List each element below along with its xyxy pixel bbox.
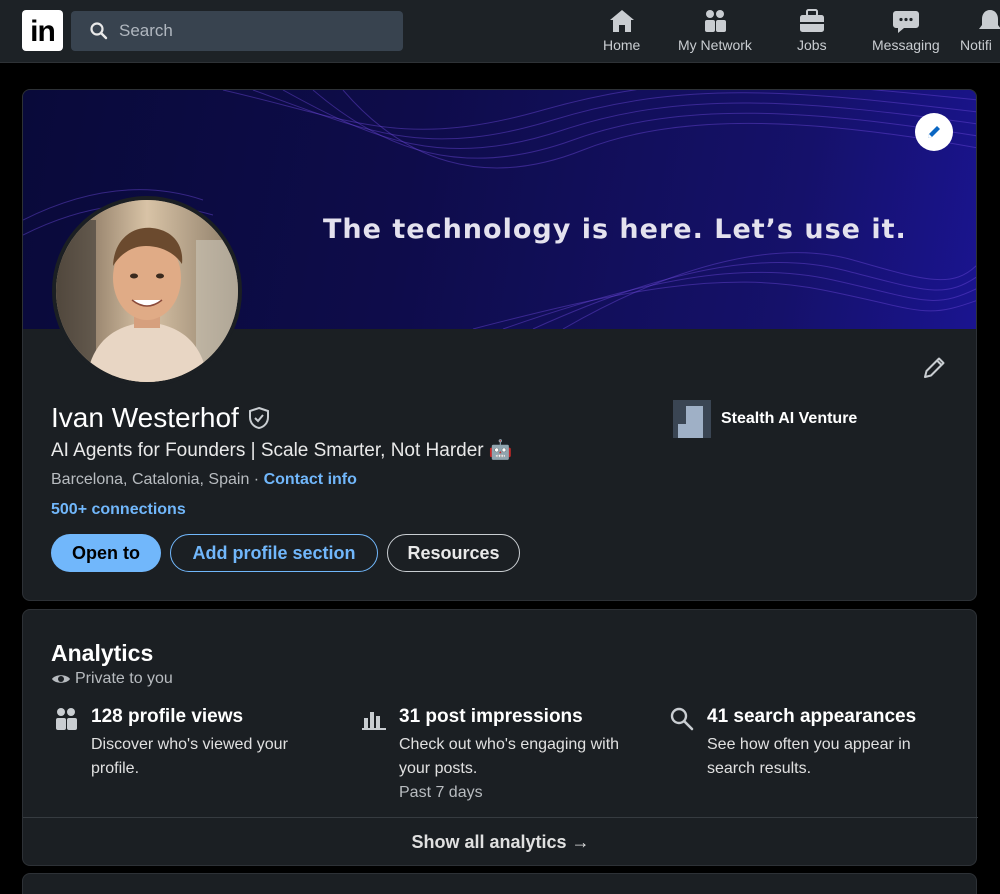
pencil-icon bbox=[928, 126, 940, 138]
search-icon bbox=[90, 22, 108, 40]
profile-photo[interactable] bbox=[52, 196, 242, 386]
people-icon bbox=[56, 708, 77, 730]
nav-messaging-label: Messaging bbox=[872, 37, 940, 53]
linkedin-logo[interactable]: in bbox=[22, 10, 63, 51]
analytics-title: Analytics bbox=[51, 640, 154, 666]
company-logo-graphic bbox=[673, 400, 711, 438]
profile-headline: AI Agents for Founders | Scale Smarter, … bbox=[51, 440, 513, 461]
resources-button[interactable]: Resources bbox=[387, 534, 520, 572]
search-input[interactable] bbox=[119, 21, 379, 41]
banner-tagline: The technology is here. Let’s use it. bbox=[323, 214, 907, 245]
company-logo bbox=[673, 400, 711, 438]
open-to-button[interactable]: Open to bbox=[51, 534, 161, 572]
post-impressions-desc-block: Check out who's engaging with your posts… bbox=[399, 733, 644, 805]
bell-icon bbox=[979, 10, 1000, 29]
verified-shield-icon[interactable] bbox=[247, 406, 271, 430]
company-name: Stealth AI Venture bbox=[721, 410, 858, 427]
post-impressions-desc: Check out who's engaging with your posts… bbox=[399, 736, 620, 777]
name-row: Ivan Westerhof bbox=[51, 402, 271, 434]
privacy-label: Private to you bbox=[75, 670, 173, 687]
next-section-card bbox=[22, 873, 977, 894]
nav-my-network-label: My Network bbox=[678, 37, 752, 53]
eye-icon bbox=[52, 675, 70, 683]
profile-views-title: 128 profile views bbox=[91, 706, 244, 727]
briefcase-icon bbox=[799, 9, 824, 32]
top-navigation-bar: in Home My Network Jobs Messaging Notifi bbox=[0, 0, 1000, 63]
home-icon bbox=[609, 10, 634, 32]
profile-views-desc: Discover who's viewed your profile. bbox=[91, 736, 288, 777]
connections-link[interactable]: 500+ connections bbox=[51, 501, 186, 519]
edit-banner-button[interactable] bbox=[915, 113, 953, 151]
search-appearances-desc: See how often you appear in search resul… bbox=[707, 736, 911, 777]
magnifier-icon bbox=[670, 707, 694, 731]
nav-notifications-label: Notifi bbox=[960, 37, 992, 53]
profile-location: Barcelona, Catalonia, Spain bbox=[51, 471, 250, 488]
logo-text: in bbox=[30, 15, 56, 48]
nav-home-label: Home bbox=[603, 37, 641, 53]
location-separator: · bbox=[249, 471, 264, 488]
nav-notifications[interactable]: Notifi bbox=[960, 8, 1000, 53]
add-profile-section-button[interactable]: Add profile section bbox=[170, 534, 378, 572]
current-company[interactable]: Stealth AI Venture bbox=[673, 400, 857, 438]
bar-chart-icon bbox=[362, 712, 386, 730]
profile-card: The technology is here. Let’s use it. Iv… bbox=[22, 89, 977, 601]
search-appearances-title: 41 search appearances bbox=[707, 706, 917, 727]
contact-info-link[interactable]: Contact info bbox=[264, 471, 357, 488]
profile-location-line: Barcelona, Catalonia, Spain · Contact in… bbox=[51, 471, 357, 489]
analytics-card: Analytics Private to you 128 profile vie… bbox=[22, 609, 978, 866]
analytics-privacy: Private to you bbox=[51, 670, 173, 688]
nav-messaging[interactable]: Messaging bbox=[872, 8, 940, 53]
post-impressions-note: Past 7 days bbox=[399, 784, 483, 801]
nav-jobs-label: Jobs bbox=[797, 37, 827, 53]
nav-jobs[interactable]: Jobs bbox=[797, 8, 827, 53]
profile-photo-image bbox=[56, 200, 238, 382]
edit-intro-pencil-icon[interactable] bbox=[921, 355, 947, 381]
nav-home[interactable]: Home bbox=[603, 8, 640, 53]
post-impressions-title: 31 post impressions bbox=[399, 706, 583, 727]
show-all-analytics-button[interactable]: Show all analytics → bbox=[23, 818, 978, 866]
network-icon bbox=[704, 10, 726, 32]
profile-name: Ivan Westerhof bbox=[51, 402, 239, 433]
search-box[interactable] bbox=[71, 11, 403, 51]
nav-my-network[interactable]: My Network bbox=[678, 8, 752, 53]
messaging-icon bbox=[892, 11, 919, 33]
